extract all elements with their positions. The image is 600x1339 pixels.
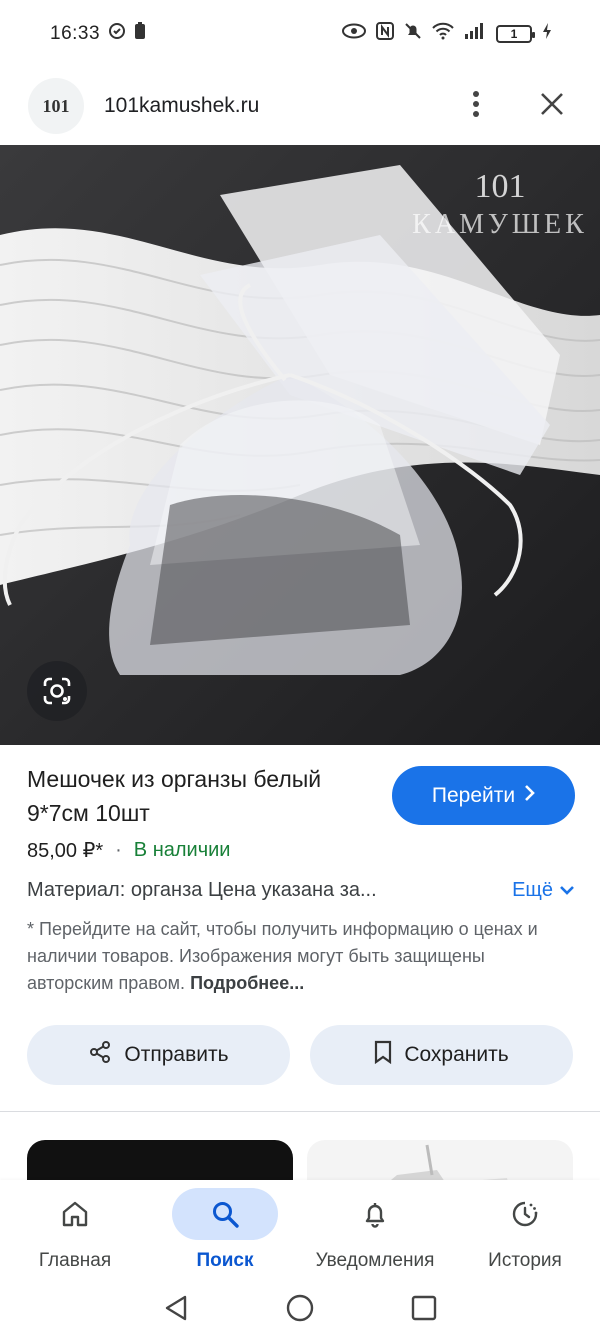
home-button[interactable] [285,1293,315,1328]
bookmark-icon [374,1040,392,1070]
sync-icon [108,22,126,46]
save-label: Сохранить [404,1043,509,1066]
battery-saver-icon [134,22,146,46]
nav-search[interactable]: Поиск [150,1188,300,1272]
divider [0,1111,600,1112]
chevron-right-icon [523,784,535,808]
go-to-site-button[interactable]: Перейти [392,766,575,825]
product-price: 85,00 ₽* [27,840,104,862]
more-link[interactable]: Ещё [512,879,575,902]
nav-notifications-label: Уведомления [315,1250,435,1271]
learn-more-link[interactable]: Подробнее... [190,973,304,993]
recents-button[interactable] [411,1295,437,1326]
nav-home-label: Главная [38,1250,112,1271]
lens-icon [41,675,73,707]
status-time: 16:33 [50,23,101,44]
nav-home[interactable]: Главная [0,1188,150,1272]
close-icon [540,92,564,121]
site-domain[interactable]: 101kamushek.ru [104,94,259,118]
watermark-brand: КАМУШЕК [412,209,588,240]
disclaimer: * Перейдите на сайт, чтобы получить инфо… [27,916,575,997]
status-bar: 16:33 1 [0,0,600,68]
product-title: Мешочек из органзы белый 9*7см 10шт [27,766,322,826]
bottom-navigation: Главная Поиск Уведомления История [0,1180,600,1282]
close-button[interactable] [532,86,572,126]
product-info: Мешочек из органзы белый 9*7см 10шт Пере… [27,762,575,997]
watermark-number: 101 [475,168,526,205]
nav-search-label: Поиск [196,1250,254,1271]
share-button[interactable]: Отправить [27,1025,290,1085]
search-icon [172,1188,278,1240]
action-buttons: Отправить Сохранить [27,1025,573,1085]
eye-icon [342,23,366,45]
share-icon [88,1040,112,1070]
site-header: 101 101kamushek.ru [0,68,600,144]
save-button[interactable]: Сохранить [310,1025,573,1085]
more-label: Ещё [512,879,553,901]
nav-notifications[interactable]: Уведомления [300,1188,450,1272]
google-lens-button[interactable] [27,661,87,721]
share-label: Отправить [124,1043,229,1066]
battery-level: 1 [510,27,518,41]
product-image[interactable]: 101 КАМУШЕК [0,145,600,745]
more-vert-icon [472,90,480,123]
mute-bell-icon [404,22,422,46]
signal-icon [464,22,486,46]
nav-history[interactable]: История [450,1188,600,1272]
site-logo-text: 101 [42,95,70,116]
back-button[interactable] [163,1294,189,1327]
stock-status: В наличии [133,839,231,861]
wifi-icon [432,22,454,46]
separator-dot: · [115,839,122,861]
chevron-down-icon [559,879,575,902]
more-options-button[interactable] [456,86,496,126]
charging-icon [542,22,552,46]
bell-icon [322,1188,428,1240]
battery-icon: 1 [496,25,535,43]
nav-history-label: История [488,1250,562,1271]
product-description: Материал: органза Цена указана за... [27,879,377,901]
home-icon [22,1188,128,1240]
site-logo[interactable]: 101 [28,78,84,134]
nfc-icon [376,22,394,46]
go-to-site-label: Перейти [431,783,516,807]
system-navigation [0,1282,600,1339]
history-icon [472,1188,578,1240]
